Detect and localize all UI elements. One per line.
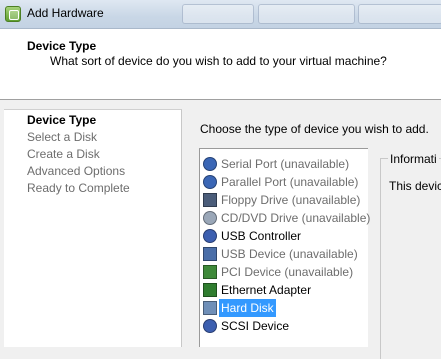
device-item-parallel-port[interactable]: Parallel Port (unavailable) (200, 173, 368, 191)
pci-device-icon (203, 265, 217, 279)
device-item-serial-port[interactable]: Serial Port (unavailable) (200, 155, 368, 173)
usb-device-icon (203, 247, 217, 261)
device-item-usb-controller[interactable]: USB Controller (200, 227, 368, 245)
title-bar-control[interactable] (358, 4, 441, 24)
header-subtitle: What sort of device do you wish to add t… (50, 54, 387, 68)
device-item-label: Serial Port (unavailable) (221, 157, 350, 171)
device-item-label: Parallel Port (unavailable) (221, 175, 359, 189)
header-title: Device Type (27, 39, 97, 53)
floppy-drive-icon (203, 193, 217, 207)
usb-controller-icon (203, 229, 217, 243)
serial-port-icon (203, 157, 217, 171)
title-bar: Add Hardware (0, 0, 441, 29)
step-device-type: Device Type (27, 113, 97, 127)
information-text: This devic (389, 179, 441, 193)
device-type-list[interactable]: Serial Port (unavailable) Parallel Port (… (199, 148, 370, 347)
scsi-device-icon (203, 319, 217, 333)
device-item-label: USB Controller (221, 229, 302, 243)
parallel-port-icon (203, 175, 217, 189)
step-select-disk: Select a Disk (27, 130, 98, 144)
device-type-prompt: Choose the type of device you wish to ad… (200, 122, 429, 136)
device-item-label: Hard Disk (219, 299, 276, 317)
device-item-ethernet-adapter[interactable]: Ethernet Adapter (200, 281, 368, 299)
device-item-scsi-device[interactable]: SCSI Device (200, 317, 368, 335)
ethernet-adapter-icon (203, 283, 217, 297)
app-icon (5, 6, 21, 22)
device-item-cd-dvd-drive[interactable]: CD/DVD Drive (unavailable) (200, 209, 370, 227)
window-title: Add Hardware (27, 6, 104, 20)
device-item-label: CD/DVD Drive (unavailable) (221, 211, 371, 225)
device-item-label: USB Device (unavailable) (221, 247, 358, 261)
device-item-label: PCI Device (unavailable) (221, 265, 354, 279)
device-item-usb-device[interactable]: USB Device (unavailable) (200, 245, 368, 263)
device-item-label: Floppy Drive (unavailable) (221, 193, 361, 207)
hard-disk-icon (203, 301, 217, 315)
device-item-floppy-drive[interactable]: Floppy Drive (unavailable) (200, 191, 368, 209)
device-item-pci-device[interactable]: PCI Device (unavailable) (200, 263, 368, 281)
step-advanced-options: Advanced Options (27, 164, 126, 178)
step-ready-to-complete: Ready to Complete (27, 181, 130, 195)
wizard-header: Device Type What sort of device do you w… (0, 29, 441, 100)
step-create-disk: Create a Disk (27, 147, 100, 161)
title-bar-control[interactable] (182, 4, 254, 24)
cd-dvd-drive-icon (203, 211, 217, 225)
device-item-hard-disk[interactable]: Hard Disk (200, 299, 368, 317)
device-item-label: SCSI Device (221, 319, 290, 333)
device-item-label: Ethernet Adapter (221, 283, 312, 297)
title-bar-control[interactable] (258, 4, 355, 24)
wizard-steps: Device Type Select a Disk Create a Disk … (4, 109, 182, 347)
information-title: Informati (388, 152, 439, 166)
